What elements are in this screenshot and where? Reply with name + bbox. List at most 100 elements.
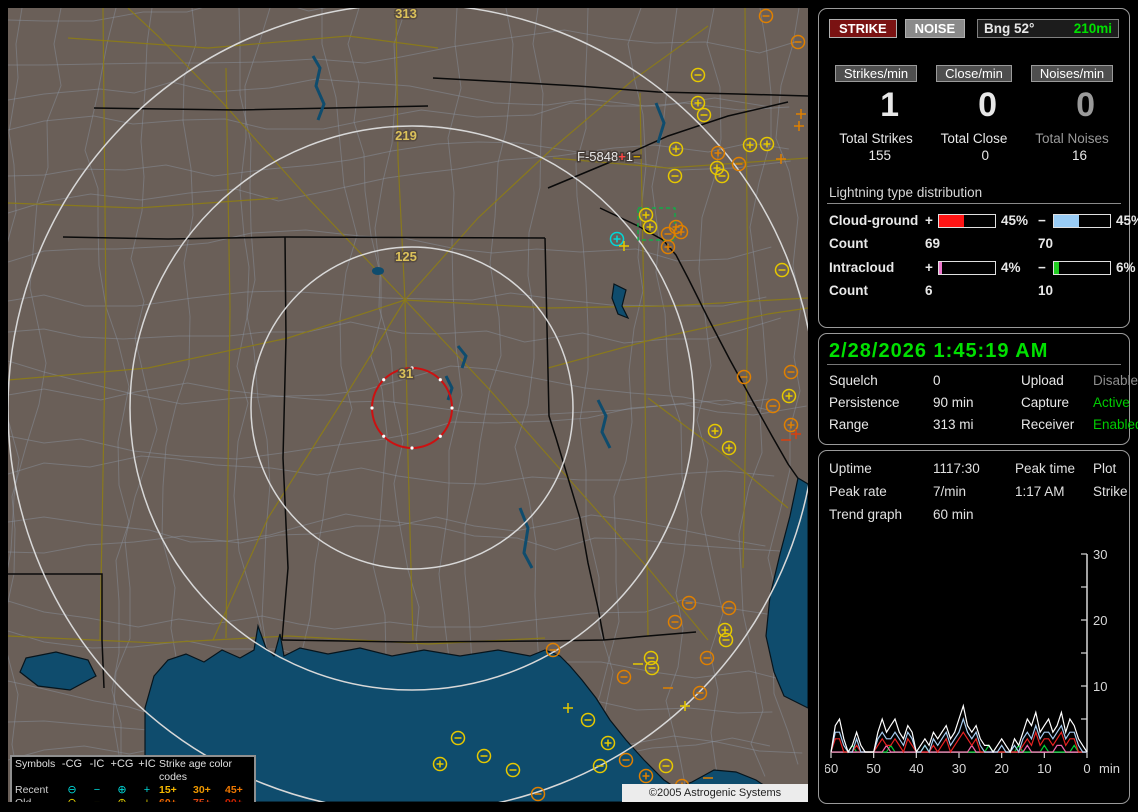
capture-label: Capture [1021, 395, 1070, 410]
trend-row: Peak rate 7/min 1:17 AM Strike [829, 484, 1128, 499]
trend-panel: Uptime 1117:30 Peak time Plot Peak rate … [818, 450, 1130, 804]
ic-negative-pct: 6% [1116, 260, 1136, 275]
plot-label: Plot [1093, 461, 1117, 476]
trend-graph-label: Trend graph [829, 507, 903, 522]
noises-column: Noises/min 0 Total Noises 16 [1023, 65, 1121, 163]
squelch-value: 0 [933, 373, 941, 388]
age-code-90: 90+ [225, 797, 257, 802]
cg-positive-pct: 45% [1001, 213, 1029, 228]
trend-row: Uptime 1117:30 Peak time Plot [829, 461, 1123, 476]
bearing-display: Bng 52° 210mi [977, 19, 1119, 38]
legend-symbols-header: Symbols [15, 758, 56, 770]
age-code-15: 15+ [159, 784, 177, 796]
datetime-display: 2/28/2026 1:45:19 AM [829, 340, 1049, 362]
old-neg-cg-icon: ⊖ [59, 797, 85, 802]
old-pos-ic-icon: + [135, 797, 159, 802]
strikes-column: Strikes/min 1 Total Strikes 155 [827, 65, 925, 163]
legend-col-pos-cg: +CG [110, 758, 134, 770]
upload-status: Disabled [1093, 373, 1138, 388]
svg-text:10: 10 [1093, 679, 1107, 694]
trend-graph-chart: 10 20 30 60 50 40 30 20 10 0 min [824, 547, 1120, 776]
recent-neg-cg-icon: ⊖ [67, 784, 77, 796]
svg-text:10: 10 [1037, 761, 1051, 776]
upload-label: Upload [1021, 373, 1064, 388]
svg-text:219: 219 [395, 128, 417, 143]
intracloud-label: Intracloud [829, 260, 895, 275]
status-row: Squelch 0 Upload Disabled [829, 373, 1138, 388]
count-label: Count [829, 283, 868, 298]
legend-age-title: Strike age color codes [159, 758, 232, 783]
plot-mode-value: Strike [1093, 484, 1128, 499]
svg-text:30: 30 [1093, 547, 1107, 562]
old-neg-ic-icon: − [85, 797, 109, 802]
svg-text:60: 60 [825, 761, 838, 776]
cloud-ground-row: Cloud-ground + 45% − 45% [829, 213, 1138, 228]
noises-per-min-chip: Noises/min [1030, 65, 1114, 82]
strikes-per-min-chip: Strikes/min [834, 65, 918, 82]
svg-text:min: min [1099, 761, 1120, 776]
intracloud-row: Intracloud + 4% − 6% [829, 260, 1136, 275]
legend-col-neg-ic: -IC [89, 758, 105, 770]
status-row: Range 313 mi Receiver Enabled [829, 417, 1138, 432]
ic-negative-bar [1053, 260, 1111, 275]
total-strikes-value: 155 [868, 148, 891, 163]
close-per-min-value: 0 [978, 86, 997, 124]
recent-pos-cg-icon: ⊕ [117, 784, 127, 796]
noise-button[interactable]: NOISE [904, 19, 966, 38]
trend-series-total [830, 703, 1088, 754]
trend-series-positive-cg [830, 730, 1087, 754]
uptime-value: 1117:30 [933, 461, 980, 476]
distribution-title: Lightning type distribution [827, 185, 1121, 204]
plus-sign: + [925, 213, 933, 228]
map-canvas: 313 219 125 31 F-5848+1− [8, 8, 808, 802]
svg-text:31: 31 [399, 366, 413, 381]
ic-positive-bar [938, 260, 996, 275]
squelch-label: Squelch [829, 373, 878, 388]
minus-sign: − [1038, 260, 1046, 275]
cg-negative-count: 70 [1038, 236, 1054, 251]
count-label: Count [829, 236, 868, 251]
svg-text:20: 20 [994, 761, 1008, 776]
age-code-60: 60+ [159, 797, 193, 802]
minus-sign: − [1038, 213, 1046, 228]
age-code-45: 45+ [225, 784, 243, 796]
legend-row-old-label: Old [15, 797, 59, 802]
status-row: Persistence 90 min Capture Active [829, 395, 1130, 410]
app-window: { "panel_stats": { "strike_btn": "STRIKE… [0, 0, 1138, 812]
uptime-label: Uptime [829, 461, 872, 476]
cloud-ground-count-row: Count 69 70 [829, 236, 1121, 251]
map-legend: Symbols -CG -IC +CG +IC Strike age color… [10, 755, 256, 802]
strike-button[interactable]: STRIKE [829, 19, 897, 38]
svg-text:50: 50 [866, 761, 880, 776]
svg-text:313: 313 [395, 8, 417, 21]
legend-col-neg-cg: -CG [61, 758, 83, 770]
recent-neg-ic-icon: − [93, 784, 101, 796]
bearing-range: 210mi [1073, 21, 1112, 36]
cg-negative-bar [1053, 213, 1111, 228]
cg-positive-bar [938, 213, 996, 228]
cloud-ground-label: Cloud-ground [829, 213, 919, 228]
status-panel: 2/28/2026 1:45:19 AM Squelch 0 Upload Di… [818, 333, 1138, 445]
cg-negative-pct: 45% [1116, 213, 1138, 228]
total-strikes-label: Total Strikes [839, 131, 913, 146]
receiver-label: Receiver [1021, 417, 1075, 432]
persistence-label: Persistence [829, 395, 900, 410]
ic-negative-count: 10 [1038, 283, 1054, 298]
svg-text:40: 40 [909, 761, 923, 776]
noises-per-min-value: 0 [1076, 86, 1095, 124]
divider [827, 364, 1121, 365]
old-pos-cg-icon: ⊕ [109, 797, 135, 802]
legend-row-recent-label: Recent [15, 784, 49, 796]
range-label: Range [829, 417, 869, 432]
capture-status: Active [1093, 395, 1130, 410]
trend-series-negative-cg [830, 717, 1087, 754]
recent-pos-ic-icon: + [143, 784, 151, 796]
lightning-map[interactable]: 313 219 125 31 F-5848+1− Symbols -CG -IC +CG… [8, 8, 808, 802]
ic-positive-count: 6 [925, 283, 933, 298]
persistence-value: 90 min [933, 395, 974, 410]
legend-col-pos-ic: +IC [138, 758, 156, 770]
peak-rate-label: Peak rate [829, 484, 887, 499]
age-code-75: 75+ [193, 797, 225, 802]
trend-row: Trend graph 60 min [829, 507, 1123, 522]
strikes-per-min-value: 1 [880, 86, 899, 124]
